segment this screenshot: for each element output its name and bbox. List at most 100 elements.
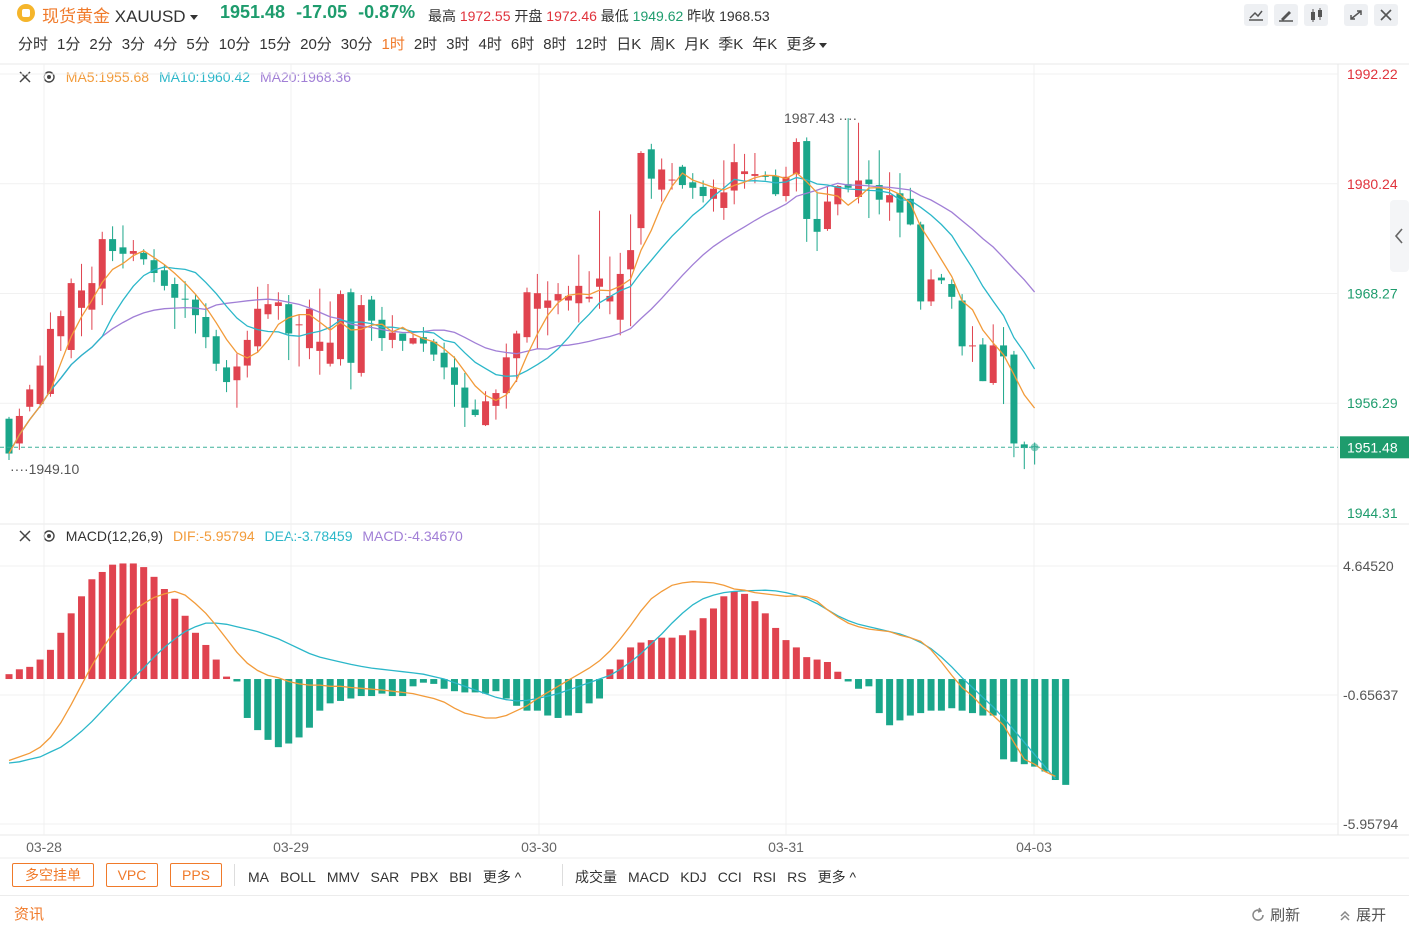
main_indicators-0[interactable]: MA xyxy=(248,869,269,885)
candle-body xyxy=(171,284,179,298)
price-tick-label: 1944.31 xyxy=(1347,505,1398,521)
main_indicators-4[interactable]: PBX xyxy=(410,869,438,885)
candle-body xyxy=(792,141,800,175)
expand-button[interactable]: 展开 xyxy=(1338,904,1386,925)
chart-canvas[interactable]: 1992.22 1980.24 1968.27 1956.29 1944.31 03-28… xyxy=(0,0,1409,860)
candle-body xyxy=(482,401,490,426)
macd-bar xyxy=(46,649,54,680)
candle-body xyxy=(616,273,624,320)
candle-body xyxy=(741,171,749,175)
ma5-line xyxy=(8,172,1036,454)
sub_indicators-6[interactable]: 更多 ^ xyxy=(818,869,856,885)
macd-bar xyxy=(264,679,272,740)
candle-body xyxy=(119,247,127,254)
macd-bar xyxy=(855,679,863,689)
main_indicators-3[interactable]: SAR xyxy=(370,869,399,885)
order-book-button[interactable]: 多空挂单 xyxy=(12,863,94,887)
candle-body xyxy=(502,357,510,394)
candle-body xyxy=(57,316,65,337)
macd-bar xyxy=(140,567,148,680)
candle-body xyxy=(26,389,34,407)
macd-bar xyxy=(15,669,23,680)
candle-body xyxy=(461,387,469,408)
date-tick-label: 03-30 xyxy=(521,839,557,855)
candle-body xyxy=(689,182,697,188)
macd-bar xyxy=(886,679,894,726)
candle-body xyxy=(772,175,780,195)
macd-bar xyxy=(813,659,821,680)
vpc-button[interactable]: VPC xyxy=(106,863,158,887)
indicator-toolbar: 多空挂单 VPC PPS MA BOLL MMV SAR PBX BBI 更多 ^ 成交量 M… xyxy=(0,860,1409,892)
macd-bar xyxy=(26,666,34,680)
macd-bar xyxy=(399,679,407,697)
candle-body xyxy=(109,239,117,252)
date-tick-label: 04-03 xyxy=(1016,839,1052,855)
sub_indicators-0[interactable]: 成交量 xyxy=(575,869,617,885)
candle-body xyxy=(865,179,873,185)
macd-bar xyxy=(1020,679,1028,765)
candle-body xyxy=(181,298,189,300)
macd-bar xyxy=(36,659,44,680)
sub_indicators-3[interactable]: CCI xyxy=(718,869,742,885)
macd-bar xyxy=(1041,679,1049,772)
macd-bar xyxy=(160,588,168,680)
candle-body xyxy=(658,169,666,190)
candle-body xyxy=(596,278,604,287)
macd-bar xyxy=(792,647,800,680)
macd-bar xyxy=(78,596,86,680)
macd-bar xyxy=(823,661,831,680)
candle-body xyxy=(140,252,148,260)
candle-body xyxy=(1010,354,1018,444)
main_indicators-1[interactable]: BOLL xyxy=(280,869,316,885)
macd-bar xyxy=(109,564,117,680)
macd-bar xyxy=(948,679,956,709)
macd-bar xyxy=(305,679,313,728)
candle-body xyxy=(544,300,552,308)
candle-body xyxy=(223,367,231,383)
main_indicators-6[interactable]: 更多 ^ xyxy=(483,869,521,885)
news-tab[interactable]: 资讯 xyxy=(14,903,44,924)
candle-body xyxy=(316,341,324,351)
macd-bar xyxy=(751,601,759,680)
macd-bar xyxy=(98,571,106,680)
pps-button[interactable]: PPS xyxy=(170,863,222,887)
candle-body xyxy=(450,367,458,385)
candle-body xyxy=(129,251,137,254)
last-price-dot xyxy=(1030,443,1039,452)
candle-body xyxy=(968,345,976,347)
main_indicators-5[interactable]: BBI xyxy=(449,869,472,885)
last-price-tag-label: 1951.48 xyxy=(1347,439,1398,455)
macd-bar xyxy=(150,576,158,680)
macd-bar xyxy=(254,679,262,731)
candle-body xyxy=(264,304,272,315)
sub_indicators-2[interactable]: KDJ xyxy=(680,869,706,885)
candle-body xyxy=(720,192,728,208)
macd-bar xyxy=(1051,679,1059,781)
macd-bar xyxy=(202,644,210,680)
macd-bar xyxy=(575,679,583,714)
macd-bar xyxy=(326,679,334,704)
macd-bar xyxy=(430,679,438,684)
candle-body xyxy=(254,308,262,347)
macd-bar xyxy=(896,679,904,721)
main-indicator-list: MA BOLL MMV SAR PBX BBI 更多 ^ xyxy=(248,867,532,887)
sub_indicators-5[interactable]: RS xyxy=(787,869,806,885)
main_indicators-2[interactable]: MMV xyxy=(327,869,360,885)
refresh-button[interactable]: 刷新 xyxy=(1250,904,1300,925)
macd-bar xyxy=(316,679,324,711)
candle-body xyxy=(886,195,894,203)
macd-bar xyxy=(937,679,945,711)
macd-tick-label: 4.64520 xyxy=(1343,558,1394,574)
candle-body xyxy=(958,300,966,347)
macd-tick-label: -0.65637 xyxy=(1343,687,1398,703)
candle-body xyxy=(533,293,541,309)
sub_indicators-4[interactable]: RSI xyxy=(753,869,776,885)
macd-bar xyxy=(772,627,780,680)
macd-bar xyxy=(5,674,13,680)
macd-bar xyxy=(233,679,241,682)
candle-body xyxy=(782,176,790,197)
sub_indicators-1[interactable]: MACD xyxy=(628,869,669,885)
candle-body xyxy=(409,338,417,344)
candle-body xyxy=(399,333,407,341)
double-chevron-up-icon xyxy=(1340,910,1350,921)
